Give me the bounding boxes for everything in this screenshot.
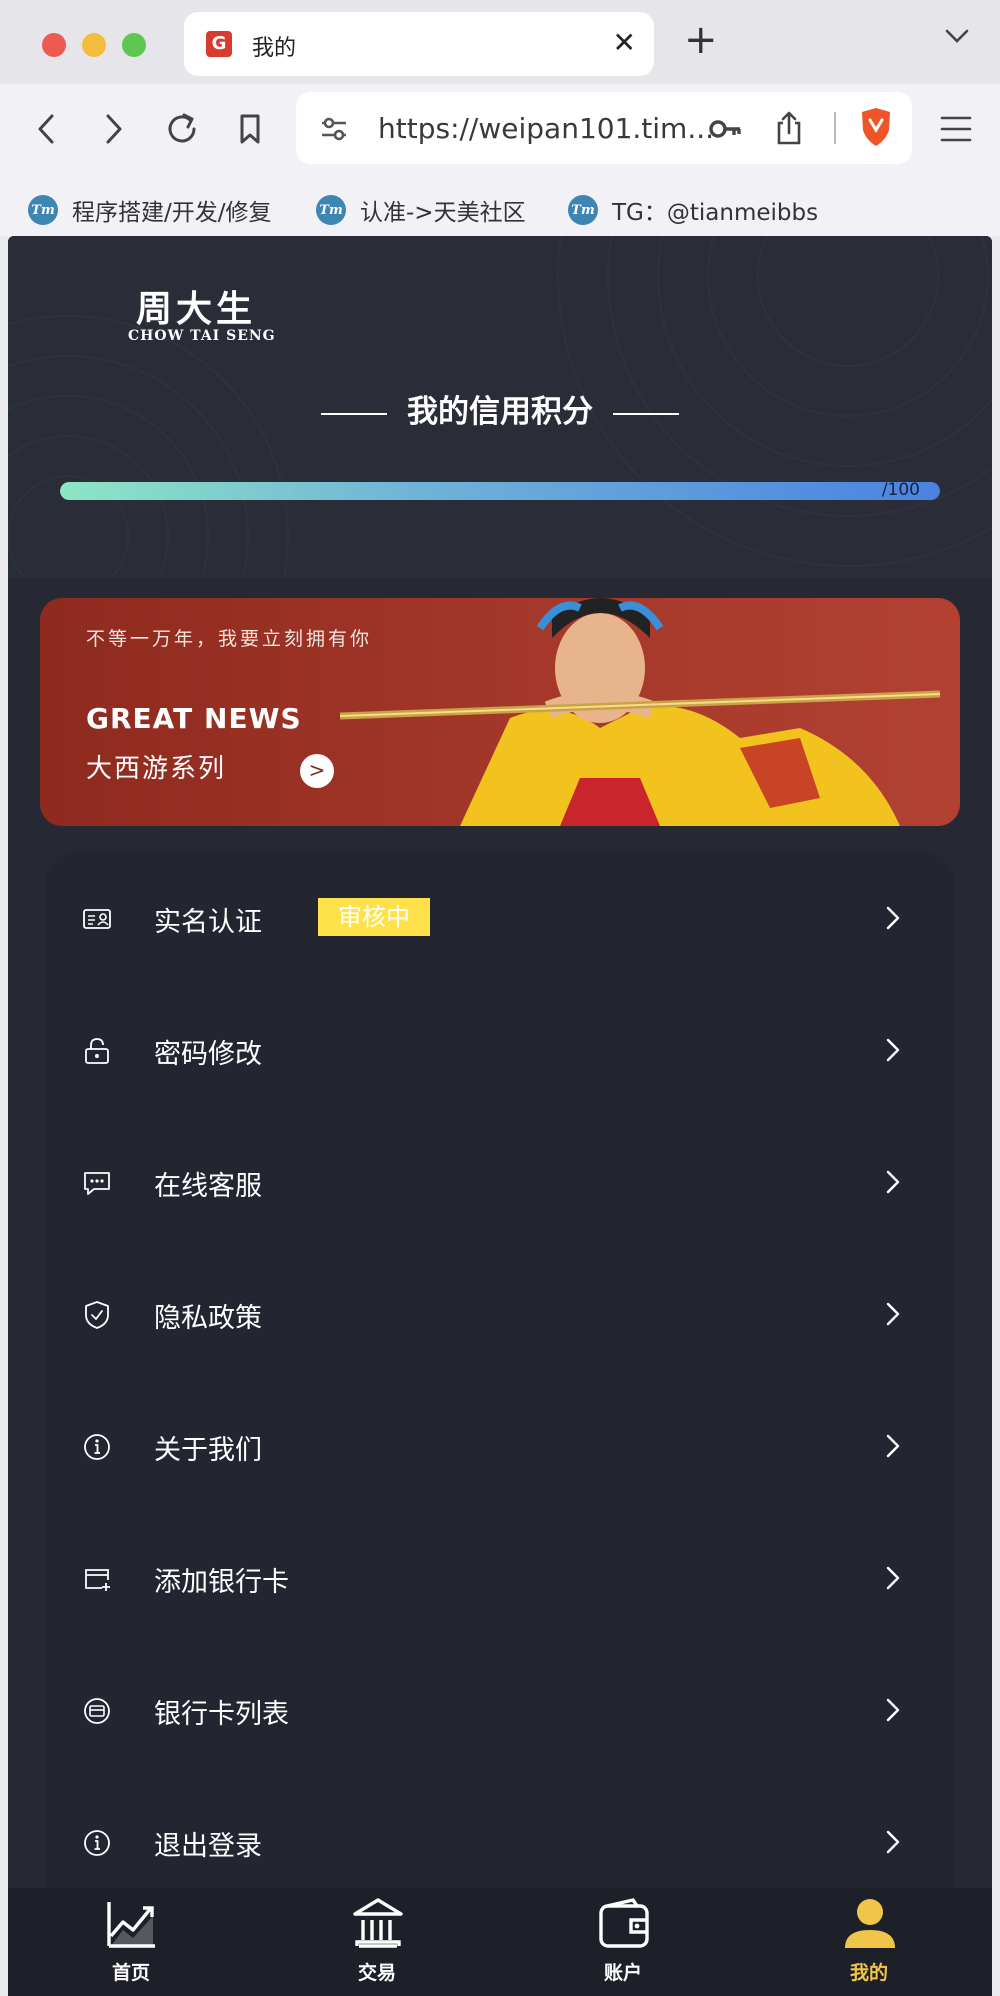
- bookmarks-bar: Tm 程序搭建/开发/修复 Tm 认准->天美社区 Tm TG：@tianmei…: [0, 186, 1000, 236]
- bookmark-item[interactable]: Tm 认准->天美社区: [316, 192, 526, 228]
- menu-item-customer-service[interactable]: 在线客服: [46, 1116, 954, 1248]
- status-badge: 审核中: [318, 898, 430, 936]
- shield-icon: [85, 1301, 109, 1329]
- tianmei-icon: Tm: [316, 195, 346, 225]
- address-bar[interactable]: https://weipan101.tim...: [296, 92, 912, 164]
- bookmark-icon[interactable]: [234, 106, 266, 156]
- forward-icon[interactable]: [98, 106, 128, 156]
- id-card-icon: [83, 909, 111, 929]
- nav-tab-label: 账户: [603, 1962, 642, 1984]
- chevron-right-icon: [886, 1302, 900, 1326]
- chart-line-icon: [107, 1902, 155, 1948]
- address-bar-divider: [834, 112, 836, 144]
- page-viewport: 周大生 CHOW TAI SENG 我的信用积分 /100 不等一万年，我要立刻…: [8, 236, 992, 1996]
- nav-tab-label: 交易: [357, 1962, 396, 1984]
- menu-item-add-bank-card[interactable]: 添加银行卡: [46, 1512, 954, 1644]
- key-icon[interactable]: [708, 114, 742, 148]
- menu-item-label: 关于我们: [154, 1435, 262, 1466]
- site-favicon-icon: G: [206, 31, 232, 57]
- menu-item-label: 实名认证: [154, 907, 262, 938]
- add-card-icon: [85, 1569, 110, 1591]
- bookmark-item[interactable]: Tm 程序搭建/开发/修复: [28, 192, 272, 228]
- url-text: https://weipan101.tim...: [378, 112, 715, 145]
- back-icon[interactable]: [32, 106, 62, 156]
- banner-headline: GREAT NEWS: [86, 702, 302, 735]
- nav-tab-account[interactable]: 账户: [500, 1888, 746, 1996]
- menu-item-label: 添加银行卡: [154, 1567, 289, 1598]
- credit-score-heading: 我的信用积分: [8, 386, 992, 431]
- user-icon: [845, 1899, 895, 1948]
- nav-tab-mine[interactable]: 我的: [746, 1888, 992, 1996]
- menu-item-label: 密码修改: [154, 1039, 262, 1070]
- chevron-right-icon: [886, 906, 900, 930]
- menu-item-label: 退出登录: [154, 1831, 262, 1862]
- chevron-right-icon: [886, 1566, 900, 1590]
- menu-item-password[interactable]: 密码修改: [46, 984, 954, 1116]
- menu-item-label: 隐私政策: [154, 1303, 262, 1334]
- menu-icon[interactable]: [940, 106, 972, 156]
- settings-menu: 实名认证 审核中 密码修改 在线客服 隐私政策 关于我们 添加银行卡 银行卡列表…: [46, 852, 954, 1996]
- reload-icon[interactable]: [162, 106, 202, 156]
- close-window-button[interactable]: [42, 33, 66, 57]
- brave-shield-icon[interactable]: [858, 106, 894, 152]
- menu-item-bank-card-list[interactable]: 银行卡列表: [46, 1644, 954, 1776]
- promo-banner[interactable]: 不等一万年，我要立刻拥有你 GREAT NEWS 大西游系列 >: [40, 598, 960, 826]
- banner-arrow-button[interactable]: >: [300, 754, 334, 788]
- tianmei-icon: Tm: [568, 195, 598, 225]
- chevron-right-icon: [886, 1038, 900, 1062]
- nav-tab-trade[interactable]: 交易: [254, 1888, 500, 1996]
- maximize-window-button[interactable]: [122, 33, 146, 57]
- logo-chinese: 周大生: [136, 288, 257, 330]
- menu-item-label: 在线客服: [154, 1171, 262, 1202]
- bottom-navigation: 首页 交易 账户 我的: [8, 1888, 992, 1996]
- menu-item-label: 银行卡列表: [154, 1699, 289, 1730]
- bookmark-item[interactable]: Tm TG：@tianmeibbs: [568, 192, 818, 228]
- chevron-right-icon: [886, 1830, 900, 1854]
- credit-score-fill: [60, 482, 940, 500]
- bookmark-label: 程序搭建/开发/修复: [72, 200, 272, 226]
- browser-tab-bar: G 我的 ✕ +: [0, 0, 1000, 84]
- browser-toolbar: https://weipan101.tim...: [0, 84, 1000, 186]
- browser-tab-active[interactable]: G 我的 ✕: [184, 12, 654, 76]
- nav-tab-home[interactable]: 首页: [8, 1888, 254, 1996]
- chevron-right-icon: [886, 1434, 900, 1458]
- site-settings-icon[interactable]: [318, 114, 350, 148]
- menu-item-about[interactable]: 关于我们: [46, 1380, 954, 1512]
- bank-icon: [353, 1898, 403, 1948]
- credit-score-bar: /100: [60, 482, 940, 500]
- logo-english: CHOW TAI SENG: [128, 328, 276, 344]
- chevron-right-icon: [886, 1170, 900, 1194]
- banner-subtitle: 大西游系列: [86, 754, 227, 784]
- minimize-window-button[interactable]: [82, 33, 106, 57]
- chevron-down-icon[interactable]: [944, 26, 970, 50]
- bookmark-label: 认准->天美社区: [360, 200, 526, 226]
- bookmark-label: TG：@tianmeibbs: [612, 200, 819, 226]
- info-icon: [84, 1434, 110, 1460]
- nav-tab-label: 首页: [111, 1962, 150, 1984]
- menu-item-privacy[interactable]: 隐私政策: [46, 1248, 954, 1380]
- info-icon: [84, 1830, 110, 1856]
- tianmei-icon: Tm: [28, 195, 58, 225]
- tab-title: 我的: [252, 36, 297, 61]
- nav-tab-label: 我的: [849, 1962, 888, 1984]
- chevron-right-icon: [886, 1698, 900, 1722]
- profile-header: 周大生 CHOW TAI SENG 我的信用积分 /100: [8, 236, 992, 578]
- new-tab-button[interactable]: +: [684, 20, 718, 60]
- chat-icon: [84, 1172, 110, 1195]
- share-icon[interactable]: [774, 110, 804, 150]
- card-icon: [84, 1698, 110, 1724]
- banner-tagline: 不等一万年，我要立刻拥有你: [86, 628, 373, 650]
- menu-item-real-name[interactable]: 实名认证 审核中: [46, 852, 954, 984]
- wallet-icon: [599, 1898, 649, 1948]
- lock-icon: [85, 1038, 109, 1064]
- credit-score-title: 我的信用积分: [407, 394, 593, 430]
- tab-close-icon[interactable]: ✕: [613, 26, 636, 59]
- credit-score-label: /100: [881, 482, 920, 500]
